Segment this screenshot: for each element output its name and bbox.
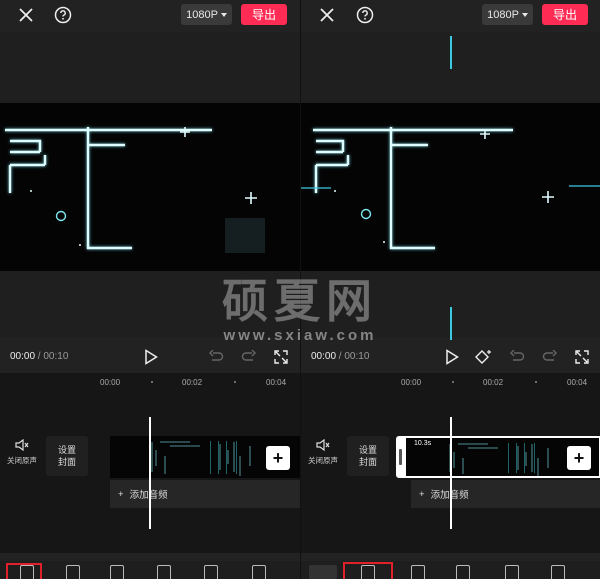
timeline[interactable]: 00:00 00:02 00:04 关闭原声 设置 封面 + + 添加音频: [0, 373, 300, 553]
ruler-dot: [452, 381, 454, 383]
ruler-tick: 00:00: [100, 378, 121, 387]
ruler-tick: 00:00: [401, 378, 422, 387]
add-audio-track[interactable]: + 添加音频: [411, 480, 600, 508]
redo-icon[interactable]: [238, 346, 260, 368]
editor-panel-left: 1080P 导出 00:00 / 00:10 00:00 00:02 00:04…: [0, 0, 300, 579]
cover-label-line1: 设置: [57, 445, 76, 455]
animation-tool-icon[interactable]: [505, 565, 519, 579]
mute-label: 关闭原声: [7, 456, 37, 465]
mute-label: 关闭原声: [308, 456, 338, 465]
resolution-label: 1080P: [186, 8, 218, 21]
ruler-tick: 00:02: [483, 378, 504, 387]
speaker-icon: [316, 439, 330, 451]
ruler-tick: 00:04: [567, 378, 588, 387]
total-time: 00:10: [43, 351, 69, 362]
plus-icon: +: [118, 488, 124, 500]
export-button[interactable]: 导出: [542, 4, 588, 25]
help-icon[interactable]: [354, 4, 376, 26]
chevron-down-icon: [521, 12, 528, 17]
add-clip-button[interactable]: +: [567, 446, 591, 470]
add-clip-button[interactable]: +: [266, 446, 290, 470]
current-time: 00:00: [311, 351, 337, 362]
playback-controls: 00:00 / 00:10: [0, 345, 300, 369]
resolution-dropdown[interactable]: 1080P: [482, 4, 533, 25]
cover-label-line2: 封面: [57, 457, 76, 467]
ruler-tick: 00:04: [266, 378, 287, 387]
pip-tool-icon[interactable]: [204, 565, 218, 579]
playhead[interactable]: [450, 417, 452, 529]
split-tool-icon[interactable]: [361, 565, 375, 579]
bottom-toolbar: [0, 561, 300, 579]
close-icon[interactable]: [15, 4, 37, 26]
alignment-guide-top: [450, 36, 452, 69]
timeline[interactable]: 00:00 00:02 00:04 关闭原声 设置 封面 10.3s + + 添…: [301, 373, 600, 553]
mute-original-button[interactable]: 关闭原声: [2, 439, 42, 475]
undo-icon[interactable]: [506, 346, 528, 368]
ruler-dot: [151, 381, 153, 383]
export-button[interactable]: 导出: [241, 4, 287, 25]
chevron-down-icon: [220, 12, 227, 17]
cover-label-line1: 设置: [358, 445, 377, 455]
total-time: 00:10: [344, 351, 370, 362]
video-preview: [0, 103, 300, 271]
top-bar: 1080P 导出: [301, 0, 600, 32]
plus-icon: +: [419, 488, 425, 500]
text-tool-icon[interactable]: [110, 565, 124, 579]
clip-trim-handle[interactable]: [399, 449, 402, 465]
time-display: 00:00 / 00:10: [311, 351, 369, 362]
redo-icon[interactable]: [539, 346, 561, 368]
ruler-dot: [535, 381, 537, 383]
back-button[interactable]: [309, 565, 337, 579]
sticker-tool-icon[interactable]: [157, 565, 171, 579]
delete-tool-icon[interactable]: [551, 565, 565, 579]
play-icon[interactable]: [441, 346, 463, 368]
undo-icon[interactable]: [205, 346, 227, 368]
close-icon[interactable]: [316, 4, 338, 26]
alignment-guide-bottom: [450, 307, 452, 340]
cut-tool-icon[interactable]: [20, 565, 34, 579]
play-icon[interactable]: [140, 346, 162, 368]
editor-panel-right: 1080P 导出 00:00 / 00:10 00:00 00:02 00:04…: [300, 0, 600, 579]
time-display: 00:00 / 00:10: [10, 351, 68, 362]
volume-tool-icon[interactable]: [456, 565, 470, 579]
cover-label-line2: 封面: [358, 457, 377, 467]
video-preview[interactable]: [301, 103, 600, 271]
add-audio-track[interactable]: + 添加音频: [110, 480, 300, 508]
speaker-icon: [15, 439, 29, 451]
fullscreen-icon[interactable]: [571, 346, 593, 368]
keyframe-icon[interactable]: [472, 346, 494, 368]
help-icon[interactable]: [52, 4, 74, 26]
top-bar: 1080P 导出: [0, 0, 300, 32]
fullscreen-icon[interactable]: [270, 346, 292, 368]
playhead[interactable]: [149, 417, 151, 529]
current-time: 00:00: [10, 351, 36, 362]
bottom-toolbar: [301, 561, 600, 579]
effects-tool-icon[interactable]: [252, 565, 266, 579]
ruler-dot: [234, 381, 236, 383]
set-cover-button[interactable]: 设置 封面: [46, 436, 88, 476]
resolution-dropdown[interactable]: 1080P: [181, 4, 232, 25]
resolution-label: 1080P: [487, 8, 519, 21]
clip-duration: 10.3s: [414, 440, 432, 447]
audio-tool-icon[interactable]: [66, 565, 80, 579]
speed-tool-icon[interactable]: [411, 565, 425, 579]
playback-controls: 00:00 / 00:10: [301, 345, 600, 369]
ruler-tick: 00:02: [182, 378, 203, 387]
set-cover-button[interactable]: 设置 封面: [347, 436, 389, 476]
mute-original-button[interactable]: 关闭原声: [303, 439, 343, 475]
